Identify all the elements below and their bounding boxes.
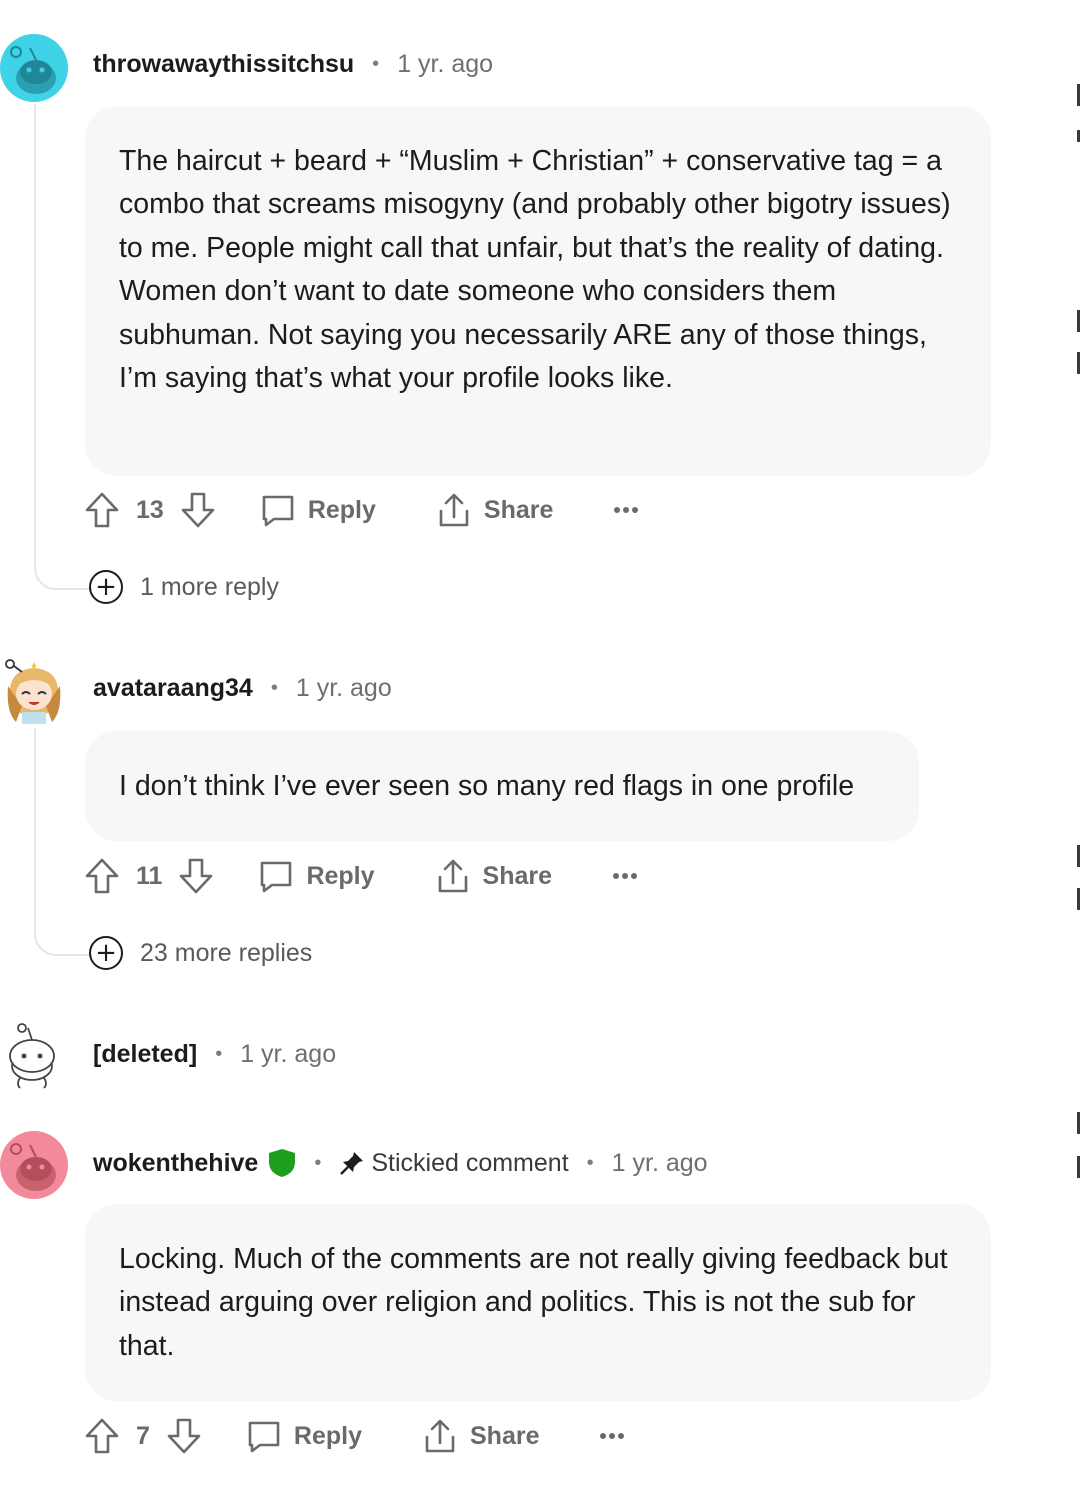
more-replies-label: 23 more replies xyxy=(140,938,313,967)
downvote-icon xyxy=(180,858,213,894)
comment-meta: throwawaythissitchsu • 1 yr. ago xyxy=(93,50,493,79)
comment-meta: avataraang34 • 1 yr. ago xyxy=(93,674,392,703)
timestamp: 1 yr. ago xyxy=(611,1148,708,1177)
reply-button[interactable]: Reply xyxy=(260,492,376,528)
vote-count: 13 xyxy=(136,495,164,524)
username[interactable]: avataraang34 xyxy=(93,674,253,703)
upvote-button[interactable] xyxy=(84,1417,120,1455)
username[interactable]: throwawaythissitchsu xyxy=(93,50,354,79)
comment-actions: 11 Reply Share xyxy=(84,854,638,898)
avatar xyxy=(0,1022,68,1090)
comment-meta: [deleted] • 1 yr. ago xyxy=(93,1040,336,1069)
reply-icon xyxy=(261,861,292,893)
avatar[interactable] xyxy=(0,656,68,724)
vote-count: 7 xyxy=(136,1421,150,1450)
reply-icon xyxy=(262,495,294,527)
comment-meta: wokenthehive • Stickied comment • 1 yr. … xyxy=(93,1148,708,1178)
share-button[interactable]: Share xyxy=(422,1417,539,1455)
username[interactable]: wokenthehive xyxy=(93,1149,258,1178)
reply-icon xyxy=(248,1421,280,1453)
upvote-icon xyxy=(85,492,119,528)
upvote-icon xyxy=(85,858,119,894)
share-icon xyxy=(439,493,469,527)
ellipsis-icon xyxy=(600,1433,625,1439)
thread-curve xyxy=(34,928,92,956)
share-label: Share xyxy=(483,495,554,524)
timestamp: 1 yr. ago xyxy=(397,50,494,78)
reply-label: Reply xyxy=(307,495,376,524)
more-options-button[interactable] xyxy=(612,872,638,880)
comment-body: The haircut + beard + “Muslim + Christia… xyxy=(85,106,991,476)
reply-label: Reply xyxy=(293,1421,362,1450)
comment-actions: 7 Reply Share xyxy=(84,1414,625,1458)
stickied-label: Stickied comment xyxy=(371,1148,569,1177)
more-replies-label: 1 more reply xyxy=(140,572,279,601)
avatar[interactable] xyxy=(0,34,68,102)
pin-icon xyxy=(339,1150,365,1176)
upvote-button[interactable] xyxy=(84,491,120,529)
expand-plus-icon: + xyxy=(89,570,123,604)
clipped-edge-content xyxy=(1076,0,1080,1494)
expand-plus-icon: + xyxy=(89,936,123,970)
downvote-icon xyxy=(181,492,215,528)
username: [deleted] xyxy=(93,1040,198,1068)
share-icon xyxy=(425,1419,455,1453)
meta-separator: • xyxy=(586,1151,594,1174)
comment-body: I don’t think I’ve ever seen so many red… xyxy=(85,731,919,841)
ellipsis-icon xyxy=(614,507,639,513)
share-label: Share xyxy=(482,861,553,890)
downvote-button[interactable] xyxy=(180,491,216,529)
vote-count: 11 xyxy=(136,861,163,890)
timestamp: 1 yr. ago xyxy=(240,1040,337,1068)
thread-line xyxy=(34,104,36,564)
meta-separator: • xyxy=(314,1151,322,1174)
reply-label: Reply xyxy=(306,861,375,890)
reply-button[interactable]: Reply xyxy=(246,1418,362,1454)
downvote-icon xyxy=(167,1418,201,1454)
mod-shield-icon xyxy=(268,1148,296,1178)
comment-actions: 13 Reply Share xyxy=(84,488,639,532)
thread-curve xyxy=(34,562,92,590)
avatar[interactable] xyxy=(0,1131,68,1199)
more-replies-button[interactable]: + 23 more replies xyxy=(89,936,312,970)
upvote-button[interactable] xyxy=(84,857,120,895)
reply-button[interactable]: Reply xyxy=(258,858,375,894)
comment-body: Locking. Much of the comments are not re… xyxy=(85,1204,991,1401)
meta-separator: • xyxy=(372,53,380,75)
share-button[interactable]: Share xyxy=(436,491,553,529)
thread-line xyxy=(34,728,36,930)
timestamp: 1 yr. ago xyxy=(295,674,392,702)
more-options-button[interactable] xyxy=(599,1432,625,1440)
more-replies-button[interactable]: + 1 more reply xyxy=(89,570,279,604)
share-icon xyxy=(438,859,467,893)
ellipsis-icon xyxy=(613,873,638,879)
downvote-button[interactable] xyxy=(166,1417,202,1455)
meta-separator: • xyxy=(270,677,278,699)
share-button[interactable]: Share xyxy=(435,857,552,895)
downvote-button[interactable] xyxy=(178,857,214,895)
meta-separator: • xyxy=(215,1043,223,1065)
more-options-button[interactable] xyxy=(613,506,639,514)
share-label: Share xyxy=(470,1421,540,1450)
upvote-icon xyxy=(85,1418,119,1454)
